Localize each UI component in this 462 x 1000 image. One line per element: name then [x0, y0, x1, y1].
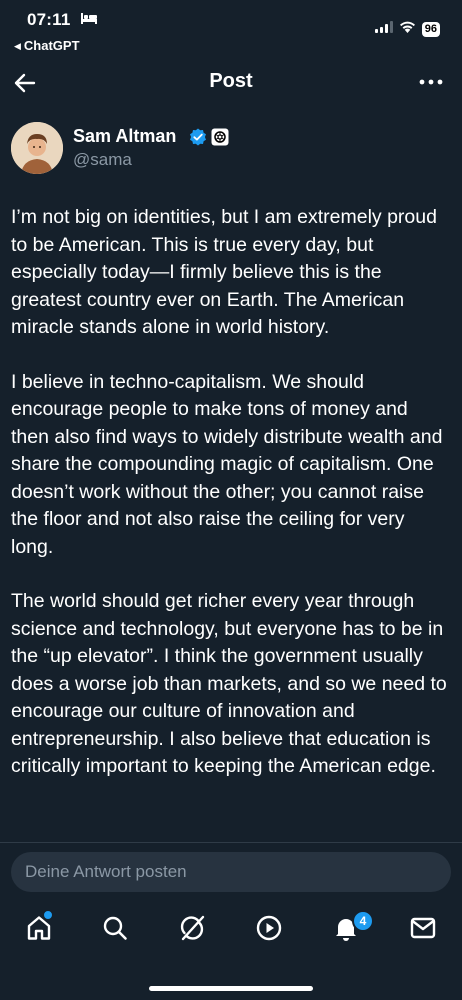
tab-video[interactable] — [244, 905, 294, 955]
reply-input[interactable] — [11, 852, 451, 892]
bottom-tab-bar: 4 — [0, 905, 462, 955]
play-icon — [255, 914, 283, 947]
reply-box[interactable] — [11, 852, 451, 892]
cellular-signal-icon — [374, 20, 393, 38]
author-block[interactable]: Sam Altman @sama — [11, 122, 411, 178]
page-title: Post — [209, 70, 253, 92]
tab-grok[interactable] — [167, 905, 217, 955]
author-handle: @sama — [73, 150, 132, 169]
tab-home[interactable] — [14, 905, 64, 955]
status-bar: 07:11 ◀ ChatGPT 96 — [0, 0, 462, 60]
home-indicator — [149, 986, 313, 991]
status-time: 07:11 — [27, 10, 71, 29]
tweet-body: I’m not big on identities, but I am extr… — [11, 204, 451, 808]
notification-count-badge: 4 — [352, 910, 374, 932]
tweet-paragraph: I believe in techno-capitalism. We shoul… — [11, 370, 443, 558]
tab-messages[interactable] — [398, 905, 448, 955]
avatar[interactable] — [11, 122, 63, 174]
more-options-icon[interactable] — [418, 70, 444, 94]
search-icon — [102, 915, 128, 946]
openai-affiliation-icon — [211, 128, 229, 151]
back-triangle-icon: ◀ — [14, 41, 21, 51]
tab-search[interactable] — [90, 905, 140, 955]
grok-icon — [178, 914, 206, 947]
author-name: Sam Altman — [73, 126, 177, 146]
back-to-app-link[interactable]: ◀ ChatGPT — [14, 38, 80, 53]
mail-icon — [409, 915, 437, 946]
post-header: Post — [0, 62, 462, 102]
tweet-paragraph: The world should get richer every year t… — [11, 590, 447, 777]
sleep-mode-icon — [80, 12, 98, 30]
divider — [0, 842, 462, 843]
verified-badge-icon — [189, 128, 207, 151]
home-notification-dot — [43, 910, 53, 920]
back-app-label: ChatGPT — [23, 38, 80, 53]
tweet-paragraph: I’m not big on identities, but I am extr… — [11, 206, 437, 338]
battery-indicator: 96 — [421, 21, 440, 37]
wifi-icon — [399, 20, 416, 38]
